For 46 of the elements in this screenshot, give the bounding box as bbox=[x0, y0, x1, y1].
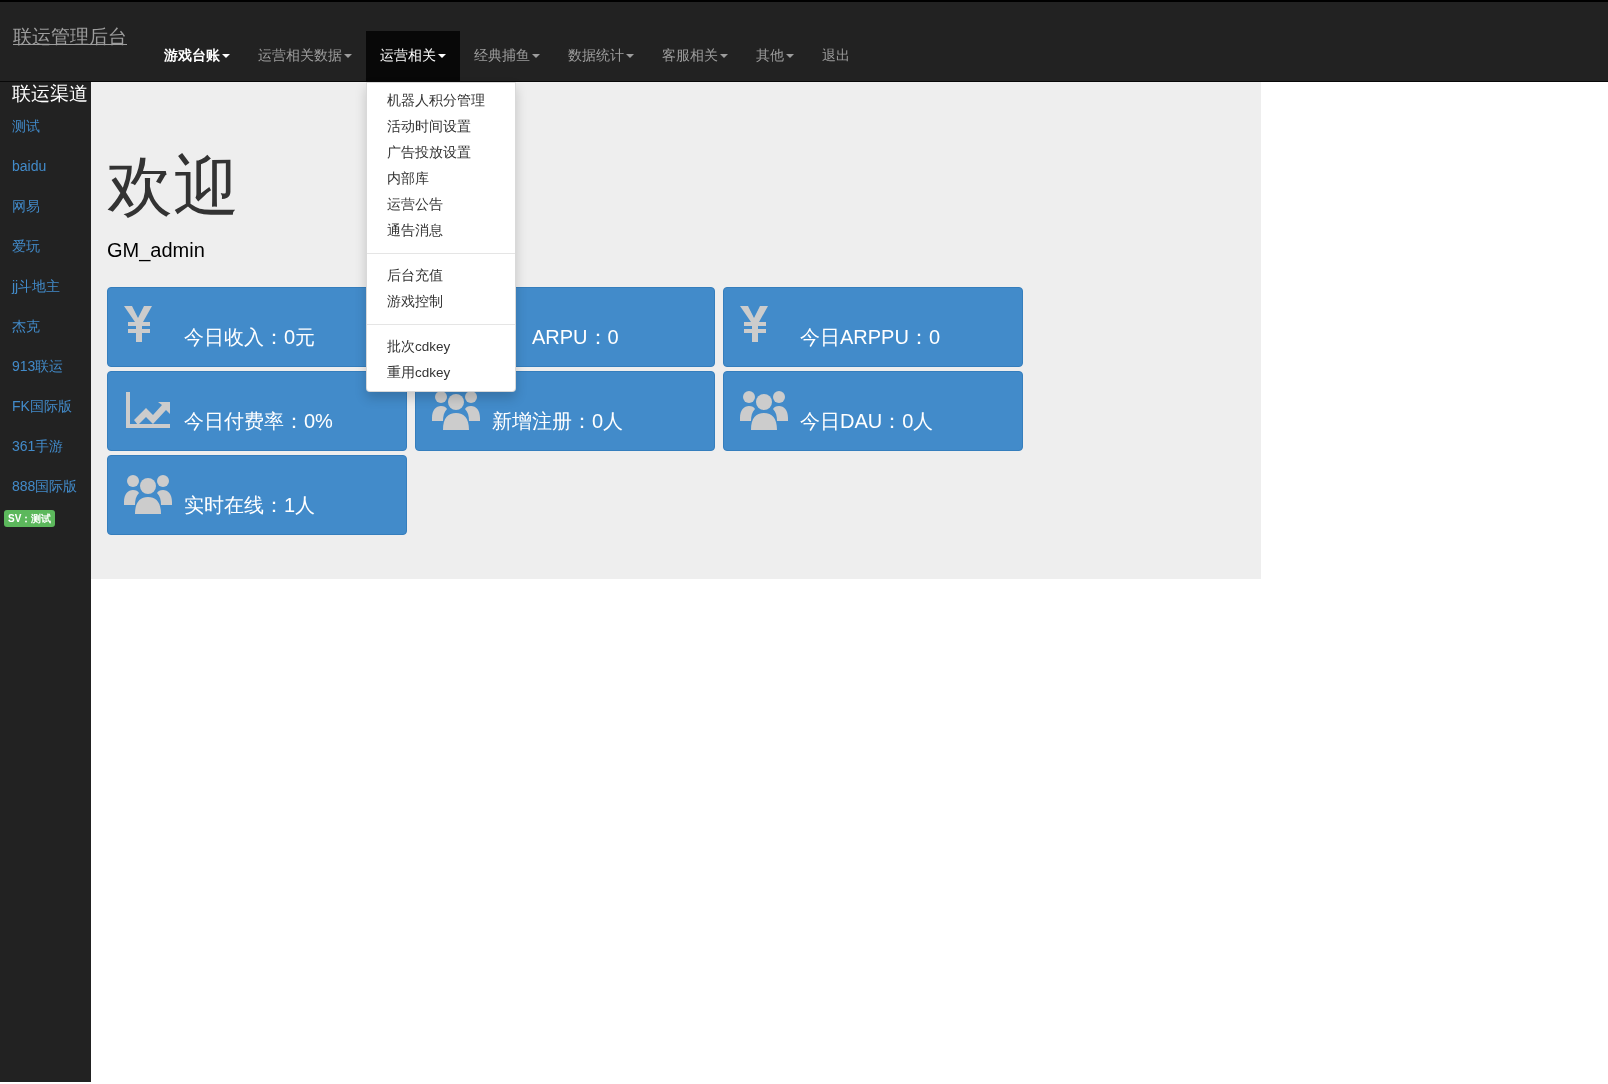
stat-label: 新增注册：0人 bbox=[492, 408, 624, 434]
brand-title[interactable]: 联运管理后台 bbox=[0, 2, 150, 52]
welcome-heading: 欢迎 bbox=[107, 150, 239, 223]
sidebar-link[interactable]: jj斗地主 bbox=[0, 266, 91, 306]
stat-label: 今日付费率：0% bbox=[184, 408, 333, 434]
stat-label: 实时在线：1人 bbox=[184, 492, 316, 518]
users-icon bbox=[432, 389, 480, 430]
menu-item[interactable]: 游戏控制 bbox=[367, 289, 515, 315]
nav-link[interactable]: 退出 bbox=[808, 31, 864, 82]
yen-icon bbox=[124, 305, 152, 342]
menu-item[interactable]: 通告消息 bbox=[367, 218, 515, 244]
nav-dropdown[interactable]: 运营相关 bbox=[366, 31, 460, 82]
nav-dropdown[interactable]: 游戏台账 bbox=[150, 31, 244, 82]
stat-label: 今日收入：0元 bbox=[184, 324, 316, 350]
sidebar-link[interactable]: 361手游 bbox=[0, 426, 91, 466]
menu-item[interactable]: 批次cdkey bbox=[367, 334, 515, 360]
users-icon bbox=[124, 473, 172, 514]
users-icon bbox=[740, 389, 788, 430]
menu-item[interactable]: 内部库 bbox=[367, 166, 515, 192]
sidebar-title: 联运渠道 bbox=[11, 82, 89, 106]
menu-item[interactable]: 机器人积分管理 bbox=[367, 88, 515, 114]
sidebar-link[interactable]: 网易 bbox=[0, 186, 91, 226]
nav-dropdown[interactable]: 运营相关数据 bbox=[244, 31, 366, 82]
nav-dropdown[interactable]: 其他 bbox=[742, 31, 808, 82]
menu-item[interactable]: 活动时间设置 bbox=[367, 114, 515, 140]
nav-dropdown[interactable]: 客服相关 bbox=[648, 31, 742, 82]
version-badge: SV：测试 bbox=[4, 510, 56, 527]
sidebar-link[interactable]: 测试 bbox=[0, 106, 91, 146]
sidebar-link[interactable]: 888国际版 bbox=[0, 466, 91, 506]
stat-label: ARPU：0 bbox=[532, 324, 619, 350]
menu-item[interactable]: 运营公告 bbox=[367, 192, 515, 218]
sidebar-link[interactable]: FK国际版 bbox=[0, 386, 91, 426]
menu-item[interactable]: 后台充值 bbox=[367, 263, 515, 289]
menu-item[interactable]: 广告投放设置 bbox=[367, 140, 515, 166]
stat-label: 今日DAU：0人 bbox=[800, 408, 934, 434]
username: GM_admin bbox=[107, 237, 205, 264]
yen-icon bbox=[740, 305, 768, 342]
sidebar-link[interactable]: 杰克 bbox=[0, 306, 91, 346]
sidebar-link[interactable]: 913联运 bbox=[0, 346, 91, 386]
sidebar-link[interactable]: 爱玩 bbox=[0, 226, 91, 266]
nav-dropdown[interactable]: 经典捕鱼 bbox=[460, 31, 554, 82]
sidebar-link[interactable]: baidu bbox=[0, 146, 91, 186]
nav-dropdown[interactable]: 数据统计 bbox=[554, 31, 648, 82]
menu-item[interactable]: 重用cdkey bbox=[367, 360, 515, 386]
chart-icon bbox=[124, 389, 172, 430]
stat-label: 今日ARPPU：0 bbox=[800, 324, 941, 350]
